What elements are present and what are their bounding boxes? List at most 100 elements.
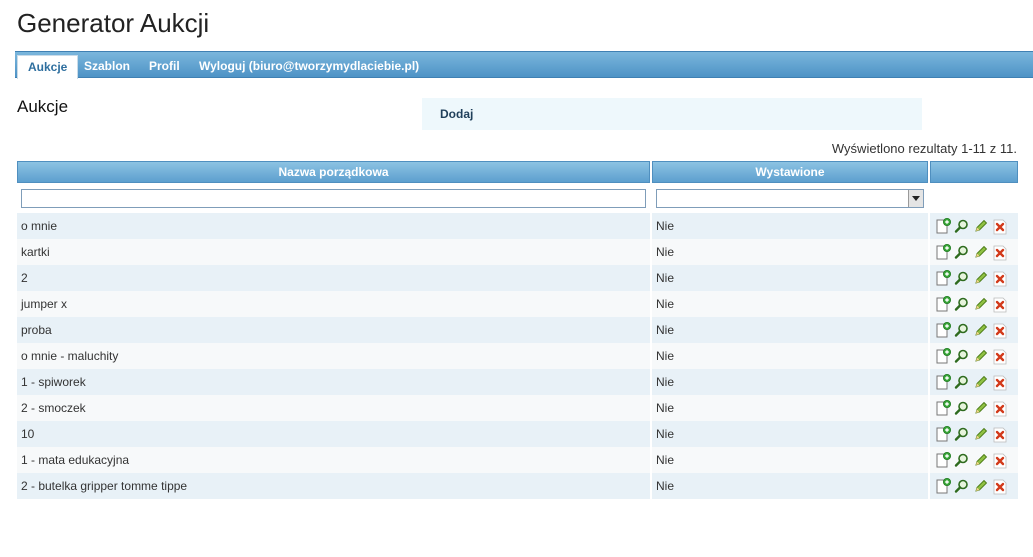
search-icon[interactable] — [953, 399, 970, 417]
table-row: o mnie - maluchity Nie — [17, 343, 1018, 369]
add-document-icon[interactable] — [934, 399, 951, 417]
cell-name: 1 - spiworek — [17, 369, 650, 395]
cell-status: Nie — [652, 473, 928, 499]
edit-pencil-icon[interactable] — [972, 347, 989, 365]
auctions-table: Nazwa porządkowa Wystawione o mnie Nie kar… — [15, 161, 1020, 499]
add-document-icon[interactable] — [934, 269, 951, 287]
edit-pencil-icon[interactable] — [972, 451, 989, 469]
cell-status: Nie — [652, 447, 928, 473]
cell-status: Nie — [652, 239, 928, 265]
cell-actions — [930, 369, 1018, 395]
edit-pencil-icon[interactable] — [972, 217, 989, 235]
cell-actions — [930, 343, 1018, 369]
cell-name: o mnie - maluchity — [17, 343, 650, 369]
search-icon[interactable] — [953, 373, 970, 391]
add-document-icon[interactable] — [934, 347, 951, 365]
add-document-icon[interactable] — [934, 373, 951, 391]
search-icon[interactable] — [953, 217, 970, 235]
action-panel: Dodaj — [422, 98, 922, 130]
delete-icon[interactable] — [991, 321, 1008, 339]
cell-actions — [930, 213, 1018, 239]
search-icon[interactable] — [953, 451, 970, 469]
delete-icon[interactable] — [991, 373, 1008, 391]
table-row: o mnie Nie — [17, 213, 1018, 239]
cell-name: 2 - smoczek — [17, 395, 650, 421]
delete-icon[interactable] — [991, 295, 1008, 313]
cell-actions — [930, 473, 1018, 499]
cell-actions — [930, 395, 1018, 421]
delete-icon[interactable] — [991, 217, 1008, 235]
cell-status: Nie — [652, 291, 928, 317]
nav-tab-aukcje[interactable]: Aukcje — [17, 55, 79, 79]
cell-actions — [930, 447, 1018, 473]
add-button[interactable]: Dodaj — [440, 107, 473, 121]
cell-status: Nie — [652, 369, 928, 395]
name-filter-input[interactable] — [21, 188, 646, 208]
edit-pencil-icon[interactable] — [972, 295, 989, 313]
table-row: 2 - butelka gripper tomme tippe Nie — [17, 473, 1018, 499]
edit-pencil-icon[interactable] — [972, 399, 989, 417]
table-row: jumper x Nie — [17, 291, 1018, 317]
delete-icon[interactable] — [991, 347, 1008, 365]
table-row: 1 - spiworek Nie — [17, 369, 1018, 395]
edit-pencil-icon[interactable] — [972, 243, 989, 261]
page-title: Aukcje — [17, 97, 69, 116]
table-row: 1 - mata edukacyjna Nie — [17, 447, 1018, 473]
add-document-icon[interactable] — [934, 451, 951, 469]
cell-status: Nie — [652, 265, 928, 291]
delete-icon[interactable] — [991, 477, 1008, 495]
cell-status: Nie — [652, 213, 928, 239]
cell-actions — [930, 421, 1018, 447]
search-icon[interactable] — [953, 347, 970, 365]
nav-tab-profil[interactable]: Profil — [139, 56, 190, 78]
edit-pencil-icon[interactable] — [972, 373, 989, 391]
search-icon[interactable] — [953, 269, 970, 287]
column-header-name[interactable]: Nazwa porządkowa — [17, 161, 650, 183]
cell-name: o mnie — [17, 213, 650, 239]
main-navigation: Aukcje Szablon Profil Wyloguj (biuro@two… — [15, 51, 1033, 79]
nav-logout-link[interactable]: Wyloguj (biuro@tworzymydlaciebie.pl) — [189, 56, 429, 78]
cell-actions — [930, 239, 1018, 265]
cell-status: Nie — [652, 317, 928, 343]
edit-pencil-icon[interactable] — [972, 425, 989, 443]
search-icon[interactable] — [953, 477, 970, 495]
chevron-down-icon[interactable] — [908, 189, 923, 207]
delete-icon[interactable] — [991, 451, 1008, 469]
column-header-actions — [930, 161, 1018, 183]
delete-icon[interactable] — [991, 399, 1008, 417]
cell-status: Nie — [652, 343, 928, 369]
add-document-icon[interactable] — [934, 477, 951, 495]
cell-actions — [930, 317, 1018, 343]
delete-icon[interactable] — [991, 425, 1008, 443]
cell-name: 1 - mata edukacyjna — [17, 447, 650, 473]
cell-name: kartki — [17, 239, 650, 265]
edit-pencil-icon[interactable] — [972, 321, 989, 339]
search-icon[interactable] — [953, 295, 970, 313]
search-icon[interactable] — [953, 321, 970, 339]
add-document-icon[interactable] — [934, 295, 951, 313]
nav-tab-szablon[interactable]: Szablon — [74, 56, 140, 78]
add-document-icon[interactable] — [934, 425, 951, 443]
filter-row — [17, 183, 1018, 213]
cell-status: Nie — [652, 395, 928, 421]
add-document-icon[interactable] — [934, 217, 951, 235]
add-document-icon[interactable] — [934, 243, 951, 261]
column-header-status[interactable]: Wystawione — [652, 161, 928, 183]
results-summary: Wyświetlono rezultaty 1-11 z 11. — [831, 141, 1017, 156]
search-icon[interactable] — [953, 425, 970, 443]
table-row: 2 - smoczek Nie — [17, 395, 1018, 421]
search-icon[interactable] — [953, 243, 970, 261]
delete-icon[interactable] — [991, 243, 1008, 261]
cell-status: Nie — [652, 421, 928, 447]
cell-actions — [930, 291, 1018, 317]
delete-icon[interactable] — [991, 269, 1008, 287]
edit-pencil-icon[interactable] — [972, 269, 989, 287]
table-row: 2 Nie — [17, 265, 1018, 291]
table-row: proba Nie — [17, 317, 1018, 343]
status-filter-select[interactable] — [656, 188, 924, 208]
table-row: kartki Nie — [17, 239, 1018, 265]
table-row: 10 Nie — [17, 421, 1018, 447]
edit-pencil-icon[interactable] — [972, 477, 989, 495]
cell-name: 10 — [17, 421, 650, 447]
add-document-icon[interactable] — [934, 321, 951, 339]
